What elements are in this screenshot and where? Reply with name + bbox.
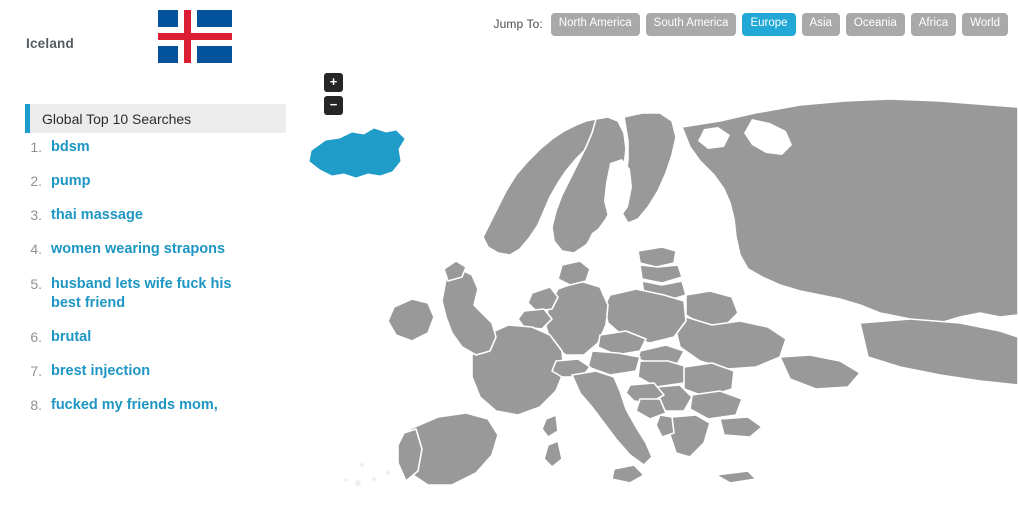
list-item-number: 7.	[30, 362, 42, 379]
country-denmark	[557, 260, 591, 286]
map-zoom-controls: + −	[324, 73, 343, 115]
list-item-query[interactable]: thai massage	[51, 206, 143, 225]
top-searches-list: 1. bdsm 2. pump 3. thai massage 4. women…	[25, 138, 305, 430]
list-item: 3. thai massage	[25, 206, 305, 225]
list-item: 6. brutal	[25, 328, 305, 347]
list-item-number: 4.	[30, 241, 42, 258]
jump-to-nav: Jump To: North America South America Eur…	[494, 13, 1008, 36]
zoom-out-button[interactable]: −	[324, 96, 343, 115]
top-searches-title: Global Top 10 Searches	[42, 110, 192, 127]
list-item-query[interactable]: husband lets wife fuck his best friend	[51, 275, 251, 313]
country-estonia	[637, 246, 677, 268]
list-item-query[interactable]: women wearing strapons	[51, 240, 225, 259]
list-item: 4. women wearing strapons	[25, 240, 305, 259]
list-item-query[interactable]: bdsm	[51, 138, 90, 157]
list-item: 8. fucked my friends mom,	[25, 396, 305, 415]
jump-button-oceania[interactable]: Oceania	[845, 13, 905, 36]
list-item-number: 5.	[30, 275, 42, 292]
map-svg[interactable]	[300, 55, 1018, 530]
zoom-in-button[interactable]: +	[324, 73, 343, 92]
list-item-number: 6.	[30, 328, 42, 345]
jump-button-south-america[interactable]: South America	[645, 13, 737, 36]
jump-button-europe[interactable]: Europe	[742, 13, 796, 36]
jump-to-label: Jump To:	[493, 17, 543, 32]
list-item: 5. husband lets wife fuck his best frien…	[25, 275, 305, 313]
country-name: Iceland	[26, 36, 74, 51]
list-item-number: 3.	[30, 207, 42, 224]
jump-button-africa[interactable]: Africa	[910, 13, 957, 36]
list-item-query[interactable]: brest injection	[51, 362, 150, 381]
list-item: 1. bdsm	[25, 138, 305, 157]
jump-button-world[interactable]: World	[962, 13, 1008, 36]
list-item-number: 8.	[30, 397, 42, 413]
list-item: 2. pump	[25, 172, 305, 191]
list-item-query[interactable]: brutal	[51, 328, 91, 347]
jump-button-asia[interactable]: Asia	[801, 13, 840, 36]
jump-button-north-america[interactable]: North America	[550, 13, 640, 36]
page-root: Jump To: North America South America Eur…	[0, 0, 1018, 530]
list-item-query[interactable]: fucked my friends mom,	[51, 396, 218, 415]
top-searches-header: Global Top 10 Searches	[25, 104, 286, 133]
iceland-flag-icon	[158, 10, 232, 63]
list-item-query[interactable]: pump	[51, 172, 90, 191]
list-item: 7. brest injection	[25, 362, 305, 381]
list-item-number: 1.	[30, 139, 42, 155]
list-item-number: 2.	[30, 173, 42, 190]
europe-map[interactable]	[300, 55, 1018, 530]
